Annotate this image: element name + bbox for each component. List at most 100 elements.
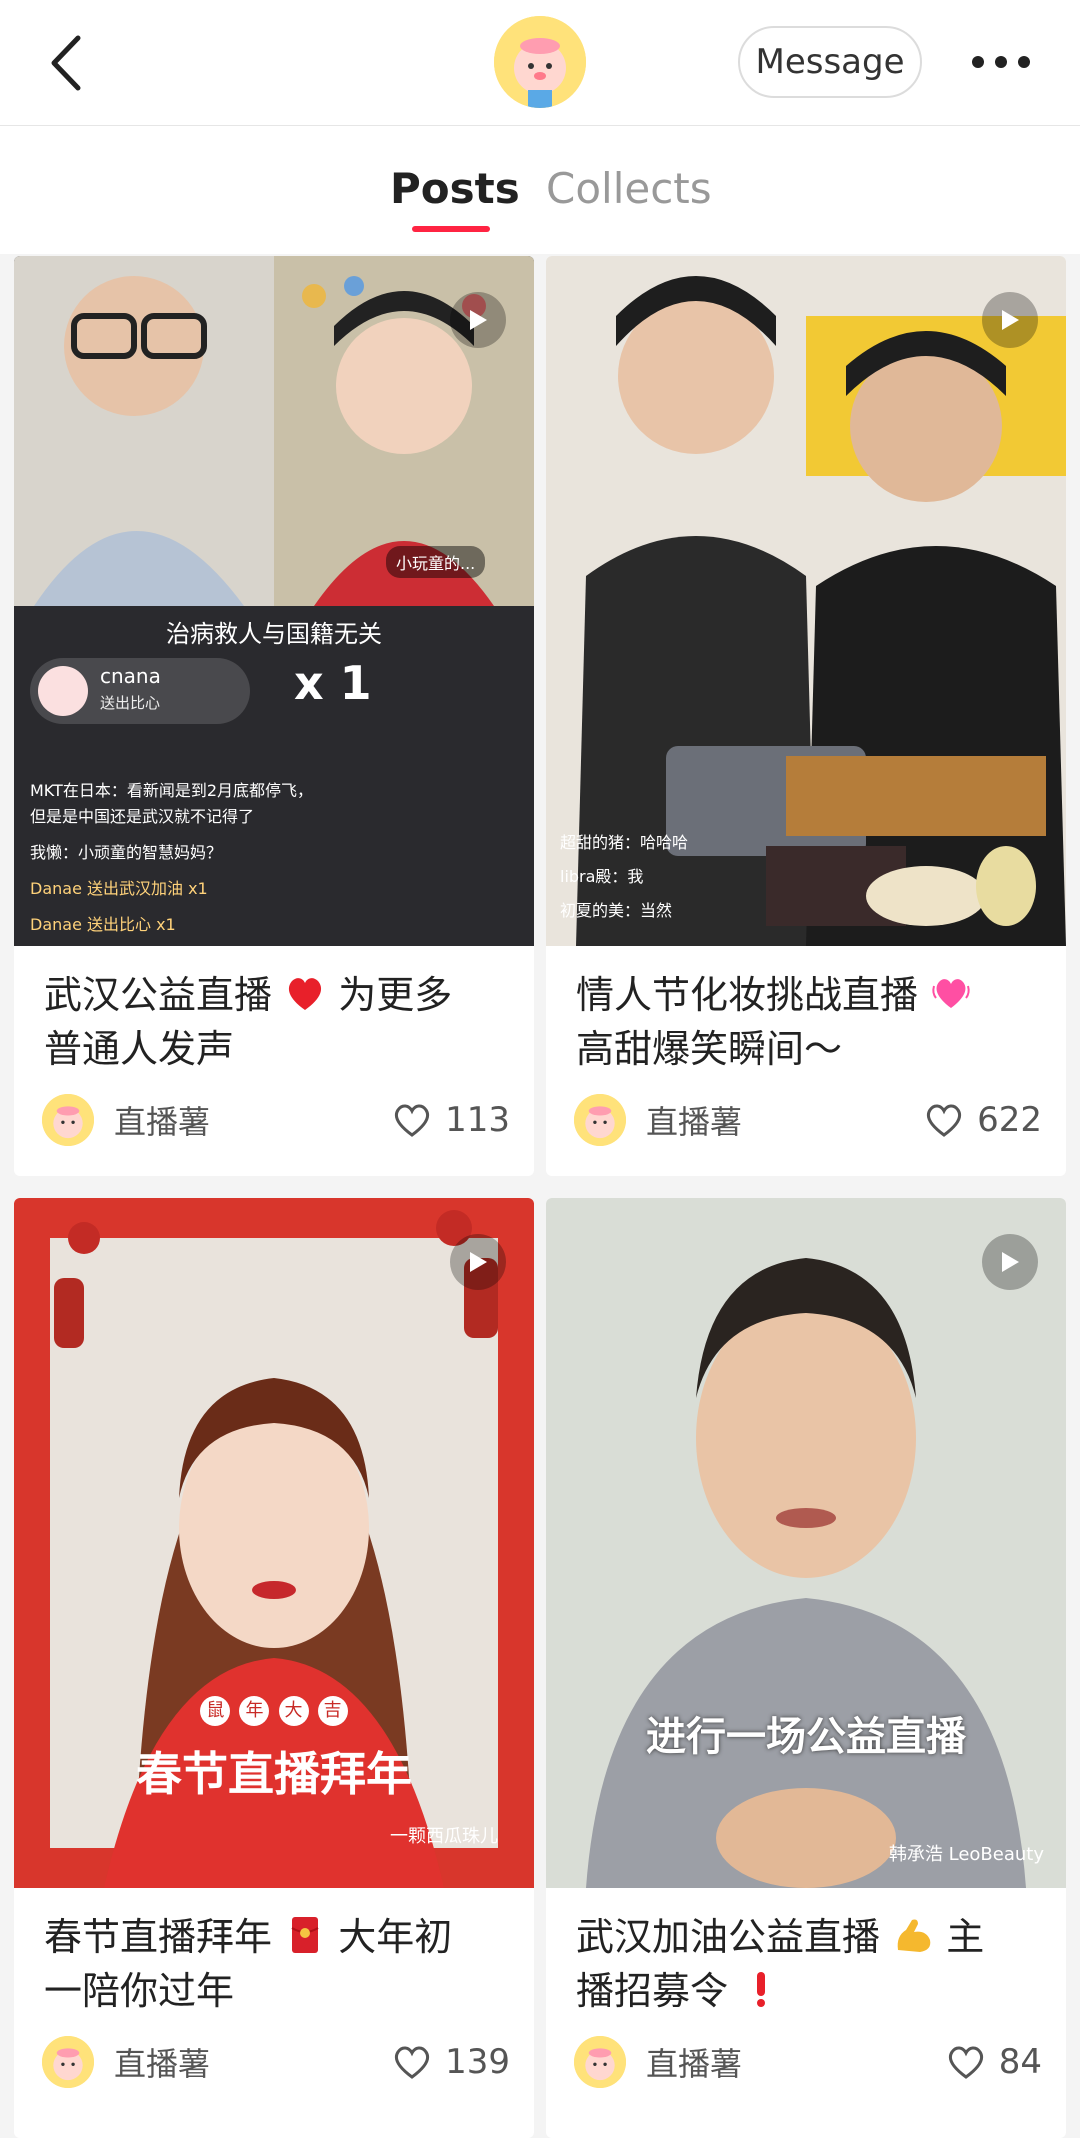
like-count: 622	[977, 1100, 1042, 1140]
more-dot-icon	[972, 56, 984, 68]
caption-text: 为更多	[338, 973, 453, 1017]
like-button[interactable]: 622	[923, 1092, 1042, 1148]
growing-heart-icon	[932, 979, 970, 1008]
author-name: 直播薯	[114, 1103, 211, 1141]
post-caption[interactable]: 情人节化妆挑战直播 高甜爆笑瞬间～	[576, 968, 1046, 1076]
chevron-left-icon	[51, 35, 81, 91]
comment-item: 初夏的美：当然	[560, 901, 673, 920]
author-avatar	[574, 1094, 626, 1146]
comment-item: 但是是中国还是武汉就不记得了	[30, 807, 255, 826]
caption-text: 高甜爆笑瞬间～	[576, 1027, 843, 1071]
badge-char: 吉	[317, 1696, 348, 1726]
post-card[interactable]: 进行一场公益直播 韩承浩 LeoBeauty 武汉加油公益直播 主 播招募令 直…	[546, 1198, 1066, 2138]
tab-collects[interactable]: Collects	[546, 164, 712, 213]
gift-pill: cnana 送出比心	[30, 658, 250, 724]
back-button[interactable]	[36, 30, 96, 96]
video-play-badge	[982, 292, 1038, 348]
mascot-avatar-icon	[494, 16, 586, 108]
mascot-avatar-icon	[42, 1094, 94, 1146]
post-card[interactable]: 超甜的猪：哈哈哈 libra殿：我 初夏的美：当然 情人节化妆挑战直播 高甜爆笑…	[546, 256, 1066, 1176]
post-thumbnail[interactable]: 进行一场公益直播 韩承浩 LeoBeauty	[546, 1198, 1066, 1888]
video-play-badge	[450, 1234, 506, 1290]
like-count: 139	[445, 2042, 510, 2082]
live-overlay: 治病救人与国籍无关 小玩童的... cnana 送出比心 x 1 MKT在日本：…	[14, 546, 534, 946]
heart-outline-icon	[948, 2046, 983, 2079]
post-author[interactable]: 直播薯	[42, 1092, 210, 1148]
post-caption[interactable]: 春节直播拜年 大年初 一陪你过年	[44, 1910, 514, 2018]
like-count: 113	[445, 1100, 510, 1140]
caption-text: 大年初	[338, 1915, 453, 1959]
comment-item: 我懒：小顽童的智慧妈妈？	[30, 843, 223, 862]
overlay-badges: 鼠 年 大 吉	[14, 1696, 534, 1726]
play-icon	[1002, 1252, 1019, 1272]
post-card[interactable]: 鼠 年 大 吉 春节直播拜年 一颗西瓜珠儿 春节直播拜年 大年初 一陪你过年 直…	[14, 1198, 534, 2138]
comment-item: Danae 送出武汉加油 x1	[30, 879, 208, 898]
like-button[interactable]: 113	[391, 1092, 510, 1148]
like-button[interactable]: 139	[391, 2034, 510, 2090]
post-caption[interactable]: 武汉公益直播 为更多 普通人发声	[44, 968, 514, 1076]
play-icon	[470, 1252, 487, 1272]
caption-text: 主	[946, 1915, 985, 1959]
overlay-banner: 治病救人与国籍无关	[166, 620, 382, 648]
mascot-avatar-icon	[574, 2036, 626, 2088]
overlay-banner: 进行一场公益直播	[646, 1714, 966, 1760]
comment-item: Danae 送出比心 x1	[30, 915, 176, 934]
gift-user-avatar	[38, 666, 88, 716]
author-avatar	[42, 2036, 94, 2088]
flexed-biceps-icon	[897, 1919, 931, 1952]
more-dot-icon	[1018, 56, 1030, 68]
author-name: 直播薯	[646, 1103, 743, 1141]
video-play-badge	[982, 1234, 1038, 1290]
mascot-avatar-icon	[42, 2036, 94, 2088]
post-thumbnail[interactable]: 超甜的猪：哈哈哈 libra殿：我 初夏的美：当然	[546, 256, 1066, 946]
overlay-credit: 一颗西瓜珠儿	[390, 1826, 498, 1847]
video-play-badge	[450, 292, 506, 348]
active-tab-indicator	[412, 226, 490, 232]
author-name: 直播薯	[646, 2045, 743, 2083]
tab-posts[interactable]: Posts	[390, 164, 520, 213]
caption-text: 一陪你过年	[44, 1969, 235, 2013]
badge-char: 大	[278, 1696, 309, 1726]
exclamation-icon	[757, 1972, 766, 2007]
more-dot-icon	[995, 56, 1007, 68]
caption-text: 春节直播拜年	[44, 1915, 273, 1959]
comment-list: 超甜的猪：哈哈哈 libra殿：我 初夏的美：当然	[560, 826, 688, 928]
mascot-avatar-icon	[574, 1094, 626, 1146]
post-author[interactable]: 直播薯	[574, 1092, 742, 1148]
comment-item: 超甜的猪：哈哈哈	[560, 833, 689, 852]
author-avatar	[42, 1094, 94, 1146]
post-thumbnail[interactable]: 鼠 年 大 吉 春节直播拜年 一颗西瓜珠儿	[14, 1198, 534, 1888]
message-button[interactable]: Message	[738, 26, 922, 98]
post-author[interactable]: 直播薯	[42, 2034, 210, 2090]
post-card[interactable]: 治病救人与国籍无关 小玩童的... cnana 送出比心 x 1 MKT在日本：…	[14, 256, 534, 1176]
overlay-banner: 春节直播拜年	[136, 1747, 412, 1801]
caption-text: 普通人发声	[44, 1027, 235, 1071]
heart-outline-icon	[394, 2046, 430, 2079]
caption-text: 武汉加油公益直播	[576, 1915, 881, 1959]
comment-list: MKT在日本：看新闻是到2月底都停飞， 但是是中国还是武汉就不记得了 我懒：小顽…	[30, 778, 313, 938]
red-envelope-icon	[291, 1917, 319, 1953]
caption-text: 播招募令	[576, 1969, 729, 2013]
overlay-tag: 小玩童的...	[386, 546, 486, 578]
gift-count: x 1	[294, 656, 372, 710]
post-thumbnail[interactable]: 治病救人与国籍无关 小玩童的... cnana 送出比心 x 1 MKT在日本：…	[14, 256, 534, 946]
caption-text: 情人节化妆挑战直播	[576, 973, 919, 1017]
thumbnail-image	[546, 1198, 1066, 1888]
like-count: 84	[998, 2042, 1042, 2082]
like-button[interactable]: 84	[945, 2034, 1042, 2090]
profile-avatar[interactable]	[494, 16, 586, 108]
heart-outline-icon	[926, 1104, 962, 1137]
play-icon	[470, 310, 487, 330]
red-heart-icon	[289, 978, 322, 1010]
caption-text: 武汉公益直播	[44, 973, 273, 1017]
post-caption[interactable]: 武汉加油公益直播 主 播招募令	[576, 1910, 1046, 2018]
more-options-button[interactable]	[966, 44, 1036, 80]
gift-user-name: cnana	[100, 664, 161, 688]
author-avatar	[574, 2036, 626, 2088]
comment-item: MKT在日本：看新闻是到2月底都停飞，	[30, 781, 314, 800]
author-name: 直播薯	[114, 2045, 211, 2083]
post-author[interactable]: 直播薯	[574, 2034, 742, 2090]
comment-item: libra殿：我	[560, 867, 644, 886]
profile-tabs: Posts Collects	[0, 126, 1080, 254]
overlay-credit: 韩承浩 LeoBeauty	[888, 1844, 1044, 1865]
